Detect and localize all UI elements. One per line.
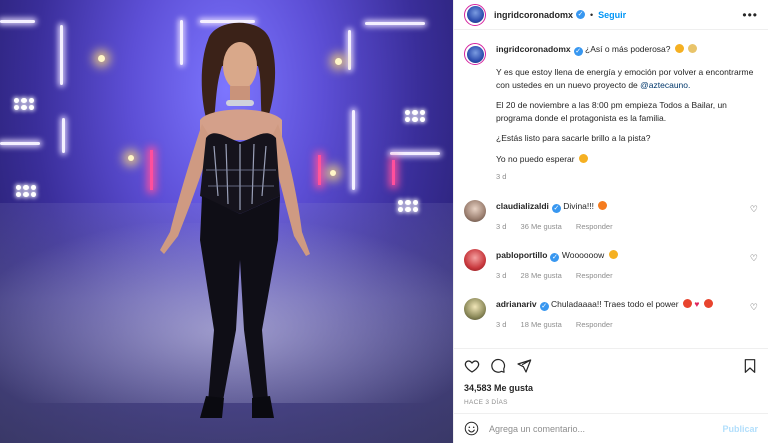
reply-button[interactable]: Responder (576, 222, 613, 231)
comment-text: Chuladaaaa!! Traes todo el power (551, 298, 679, 309)
author-avatar[interactable] (464, 43, 486, 65)
sparkle-emoji-icon (688, 44, 698, 53)
star-eyes-emoji-icon (579, 153, 588, 163)
comment-username[interactable]: pabloportillo (496, 250, 547, 260)
comment-time[interactable]: 3 d (496, 320, 506, 329)
post-header: ingridcoronadomx ✓ • Seguir ••• (454, 0, 768, 30)
verified-icon: ✓ (551, 203, 561, 213)
reply-button[interactable]: Responder (576, 271, 613, 280)
post-photo[interactable] (0, 0, 453, 443)
boom-emoji-icon (682, 298, 692, 308)
follow-button[interactable]: Seguir (598, 10, 626, 20)
comment-like-heart-icon[interactable]: ♡ (750, 302, 758, 313)
comment-item: pabloportillo ✓ Woooooow 3 d 28 Me gusta … (464, 248, 758, 282)
woman-figure (160, 22, 310, 418)
like-heart-icon[interactable] (464, 358, 480, 374)
caption-time[interactable]: 3 d (496, 171, 756, 184)
post-actions: 34,583 Me gusta HACE 3 DÍAS Publicar (454, 348, 768, 443)
comment-text: Woooooow (561, 249, 605, 260)
post-side-panel: ingridcoronadomx ✓ • Seguir ••• ingridco… (453, 0, 768, 443)
verified-icon: ✓ (539, 301, 549, 311)
comment-time[interactable]: 3 d (496, 222, 506, 231)
save-bookmark-icon[interactable] (742, 358, 758, 374)
star-eyes-emoji-icon (608, 249, 618, 259)
author-avatar[interactable] (464, 3, 486, 26)
publish-button[interactable]: Publicar (722, 424, 758, 434)
comment-username[interactable]: adrianariv (496, 299, 537, 309)
likes-count[interactable]: 34,583 Me gusta (464, 383, 758, 393)
commenter-avatar[interactable] (464, 248, 486, 271)
comment-text: Divina!!! (563, 200, 594, 211)
comment-input[interactable] (489, 423, 723, 434)
separator-dot: • (590, 9, 594, 20)
add-comment-bar: Publicar (454, 413, 768, 443)
boom-emoji-icon (703, 298, 713, 308)
post-date[interactable]: HACE 3 DÍAS (464, 399, 758, 406)
comment-icon[interactable] (490, 358, 506, 374)
caption-paragraph: Y es que estoy llena de energía y emoció… (496, 67, 754, 90)
comment-likes[interactable]: 36 Me gusta (521, 222, 562, 231)
comment-likes[interactable]: 18 Me gusta (521, 320, 562, 329)
comment-item: claudializaldi ✓ Divina!!! 3 d 36 Me gust… (464, 199, 758, 233)
comment-like-heart-icon[interactable]: ♡ (750, 204, 758, 215)
comment-time[interactable]: 3 d (496, 271, 506, 280)
verified-icon: ✓ (573, 47, 583, 56)
smile-emoji-icon (674, 44, 684, 53)
verified-icon: ✓ (576, 10, 586, 19)
comment-likes[interactable]: 28 Me gusta (521, 271, 562, 280)
caption-username[interactable]: ingridcoronadomx (496, 44, 571, 54)
commenter-avatar[interactable] (464, 199, 486, 222)
author-username[interactable]: ingridcoronadomx (494, 10, 573, 20)
fire-emoji-icon (598, 200, 608, 210)
comments-list[interactable]: ingridcoronadomx ✓ ¿Así o más poderosa? Y… (454, 31, 768, 348)
comment-item: adrianariv ✓ Chuladaaaa!! Traes todo el p… (464, 297, 758, 331)
heart-emoji-icon: ♥ (694, 298, 700, 309)
caption-paragraph: El 20 de noviembre a las 8:00 pm empieza… (496, 100, 727, 123)
verified-icon: ✓ (550, 252, 560, 262)
comment-like-heart-icon[interactable]: ♡ (750, 253, 758, 264)
caption-paragraph: Yo no puedo esperar (496, 153, 575, 164)
commenter-avatar[interactable] (464, 297, 486, 320)
comment-username[interactable]: claudializaldi (496, 201, 549, 211)
instagram-post: ingridcoronadomx ✓ • Seguir ••• ingridco… (0, 0, 768, 443)
caption-line: ¿Así o más poderosa? (585, 44, 671, 54)
reply-button[interactable]: Responder (576, 320, 613, 329)
post-caption: ingridcoronadomx ✓ ¿Así o más poderosa? Y… (464, 43, 758, 184)
caption-paragraph: ¿Estás listo para sacarle brillo a la pi… (496, 133, 651, 143)
more-options-icon[interactable]: ••• (742, 8, 758, 22)
mention-link[interactable]: @aztecauno. (640, 80, 690, 90)
share-icon[interactable] (516, 358, 532, 374)
emoji-picker-icon[interactable] (464, 421, 479, 436)
